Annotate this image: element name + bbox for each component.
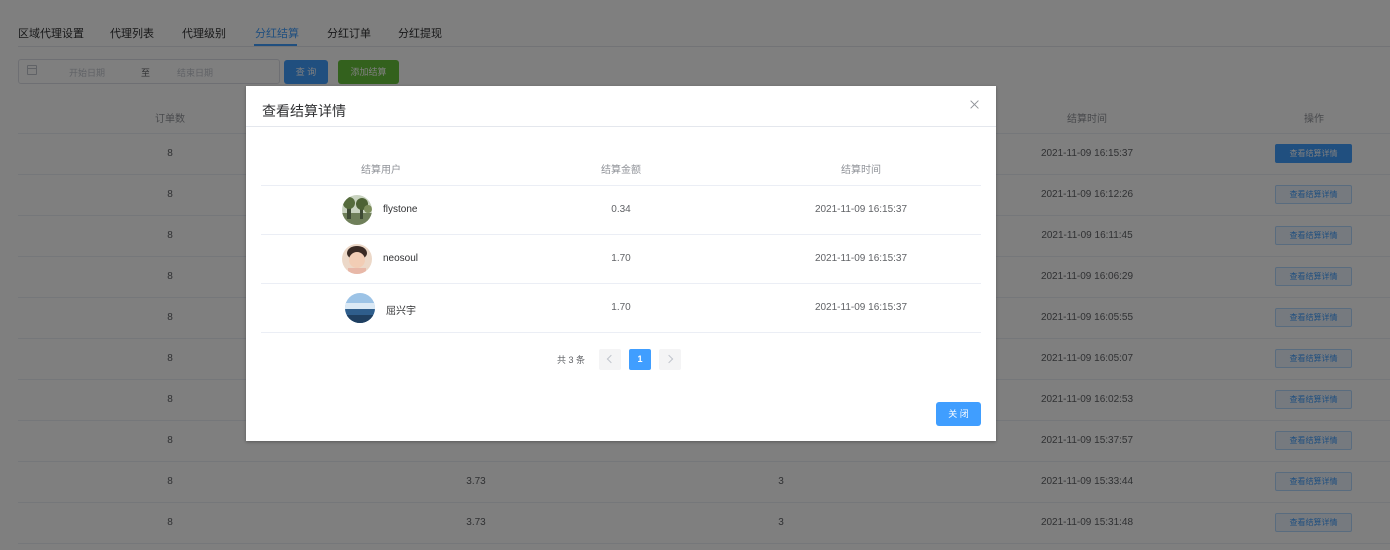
dialog-header: 查看结算详情: [246, 86, 996, 127]
page-number-current[interactable]: 1: [629, 349, 651, 370]
table-row: 屈兴宇 1.70 2021-11-09 16:15:37: [261, 284, 981, 333]
time-cell: 2021-11-09 16:15:37: [814, 302, 908, 313]
user-name: flystone: [383, 204, 418, 215]
dialog-title: 查看结算详情: [262, 103, 346, 119]
detail-table: 结算用户 结算金额 结算时间 flystone 0.34 2021-11-09 …: [261, 148, 981, 333]
header-settle-time: 结算时间: [841, 165, 881, 176]
amount-cell: 1.70: [611, 302, 631, 313]
time-cell: 2021-11-09 16:15:37: [814, 204, 908, 215]
avatar: [342, 195, 372, 225]
header-settle-user: 结算用户: [361, 165, 401, 176]
detail-table-header: 结算用户 结算金额 结算时间: [261, 148, 981, 186]
close-dialog-button[interactable]: 关 闭: [936, 402, 981, 426]
table-row: neosoul 1.70 2021-11-09 16:15:37: [261, 235, 981, 284]
avatar: [342, 244, 372, 274]
settlement-detail-dialog: 查看结算详情 结算用户 结算金额 结算时间 flystone 0.34 2021…: [246, 86, 996, 441]
user-name: 屈兴宇: [386, 306, 416, 317]
avatar: [345, 293, 375, 323]
chevron-left-icon: [606, 354, 616, 364]
close-icon[interactable]: [968, 98, 982, 112]
chevron-right-icon: [664, 354, 674, 364]
amount-cell: 1.70: [611, 253, 631, 264]
table-row: flystone 0.34 2021-11-09 16:15:37: [261, 186, 981, 235]
user-name: neosoul: [383, 253, 419, 264]
header-settle-amount: 结算金额: [601, 165, 641, 176]
pagination-total: 共 3 条: [557, 355, 586, 365]
next-page-button[interactable]: [659, 349, 681, 370]
amount-cell: 0.34: [611, 204, 631, 215]
time-cell: 2021-11-09 16:15:37: [814, 253, 908, 264]
prev-page-button[interactable]: [599, 349, 621, 370]
